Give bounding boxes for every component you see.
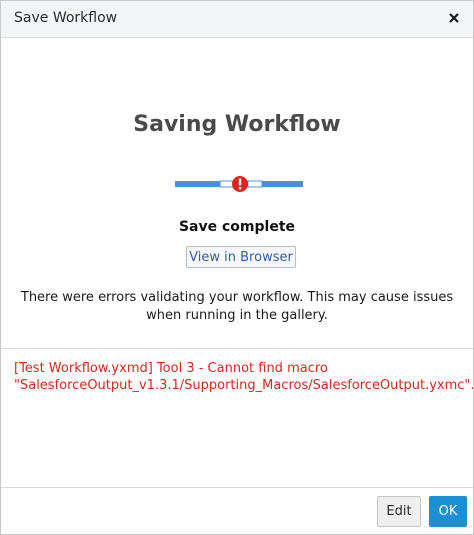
dialog-title: Save Workflow [14, 10, 118, 26]
divider [1, 348, 473, 349]
progress-bar-right [262, 181, 303, 187]
error-text: [Test Workflow.yxmd] Tool 3 - Cannot fin… [14, 361, 474, 393]
save-progress-indicator [175, 175, 303, 193]
footer-divider [1, 487, 473, 488]
save-status: Save complete [178, 219, 296, 235]
edit-button[interactable]: Edit [377, 496, 421, 527]
view-in-browser-button[interactable]: View in Browser [186, 246, 296, 268]
progress-bar-mid-right [247, 180, 263, 188]
progress-bar-left [175, 181, 220, 187]
saving-heading: Saving Workflow [133, 112, 341, 137]
error-exclamation-icon [232, 176, 248, 192]
close-icon-graphic [449, 13, 459, 23]
validation-message: There were errors validating your workfl… [20, 290, 454, 323]
save-workflow-dialog: Save Workflow Saving Workflow Save compl… [0, 0, 474, 535]
close-icon[interactable] [445, 9, 463, 27]
ok-button[interactable]: OK [429, 496, 467, 527]
dialog-titlebar: Save Workflow [1, 1, 473, 38]
